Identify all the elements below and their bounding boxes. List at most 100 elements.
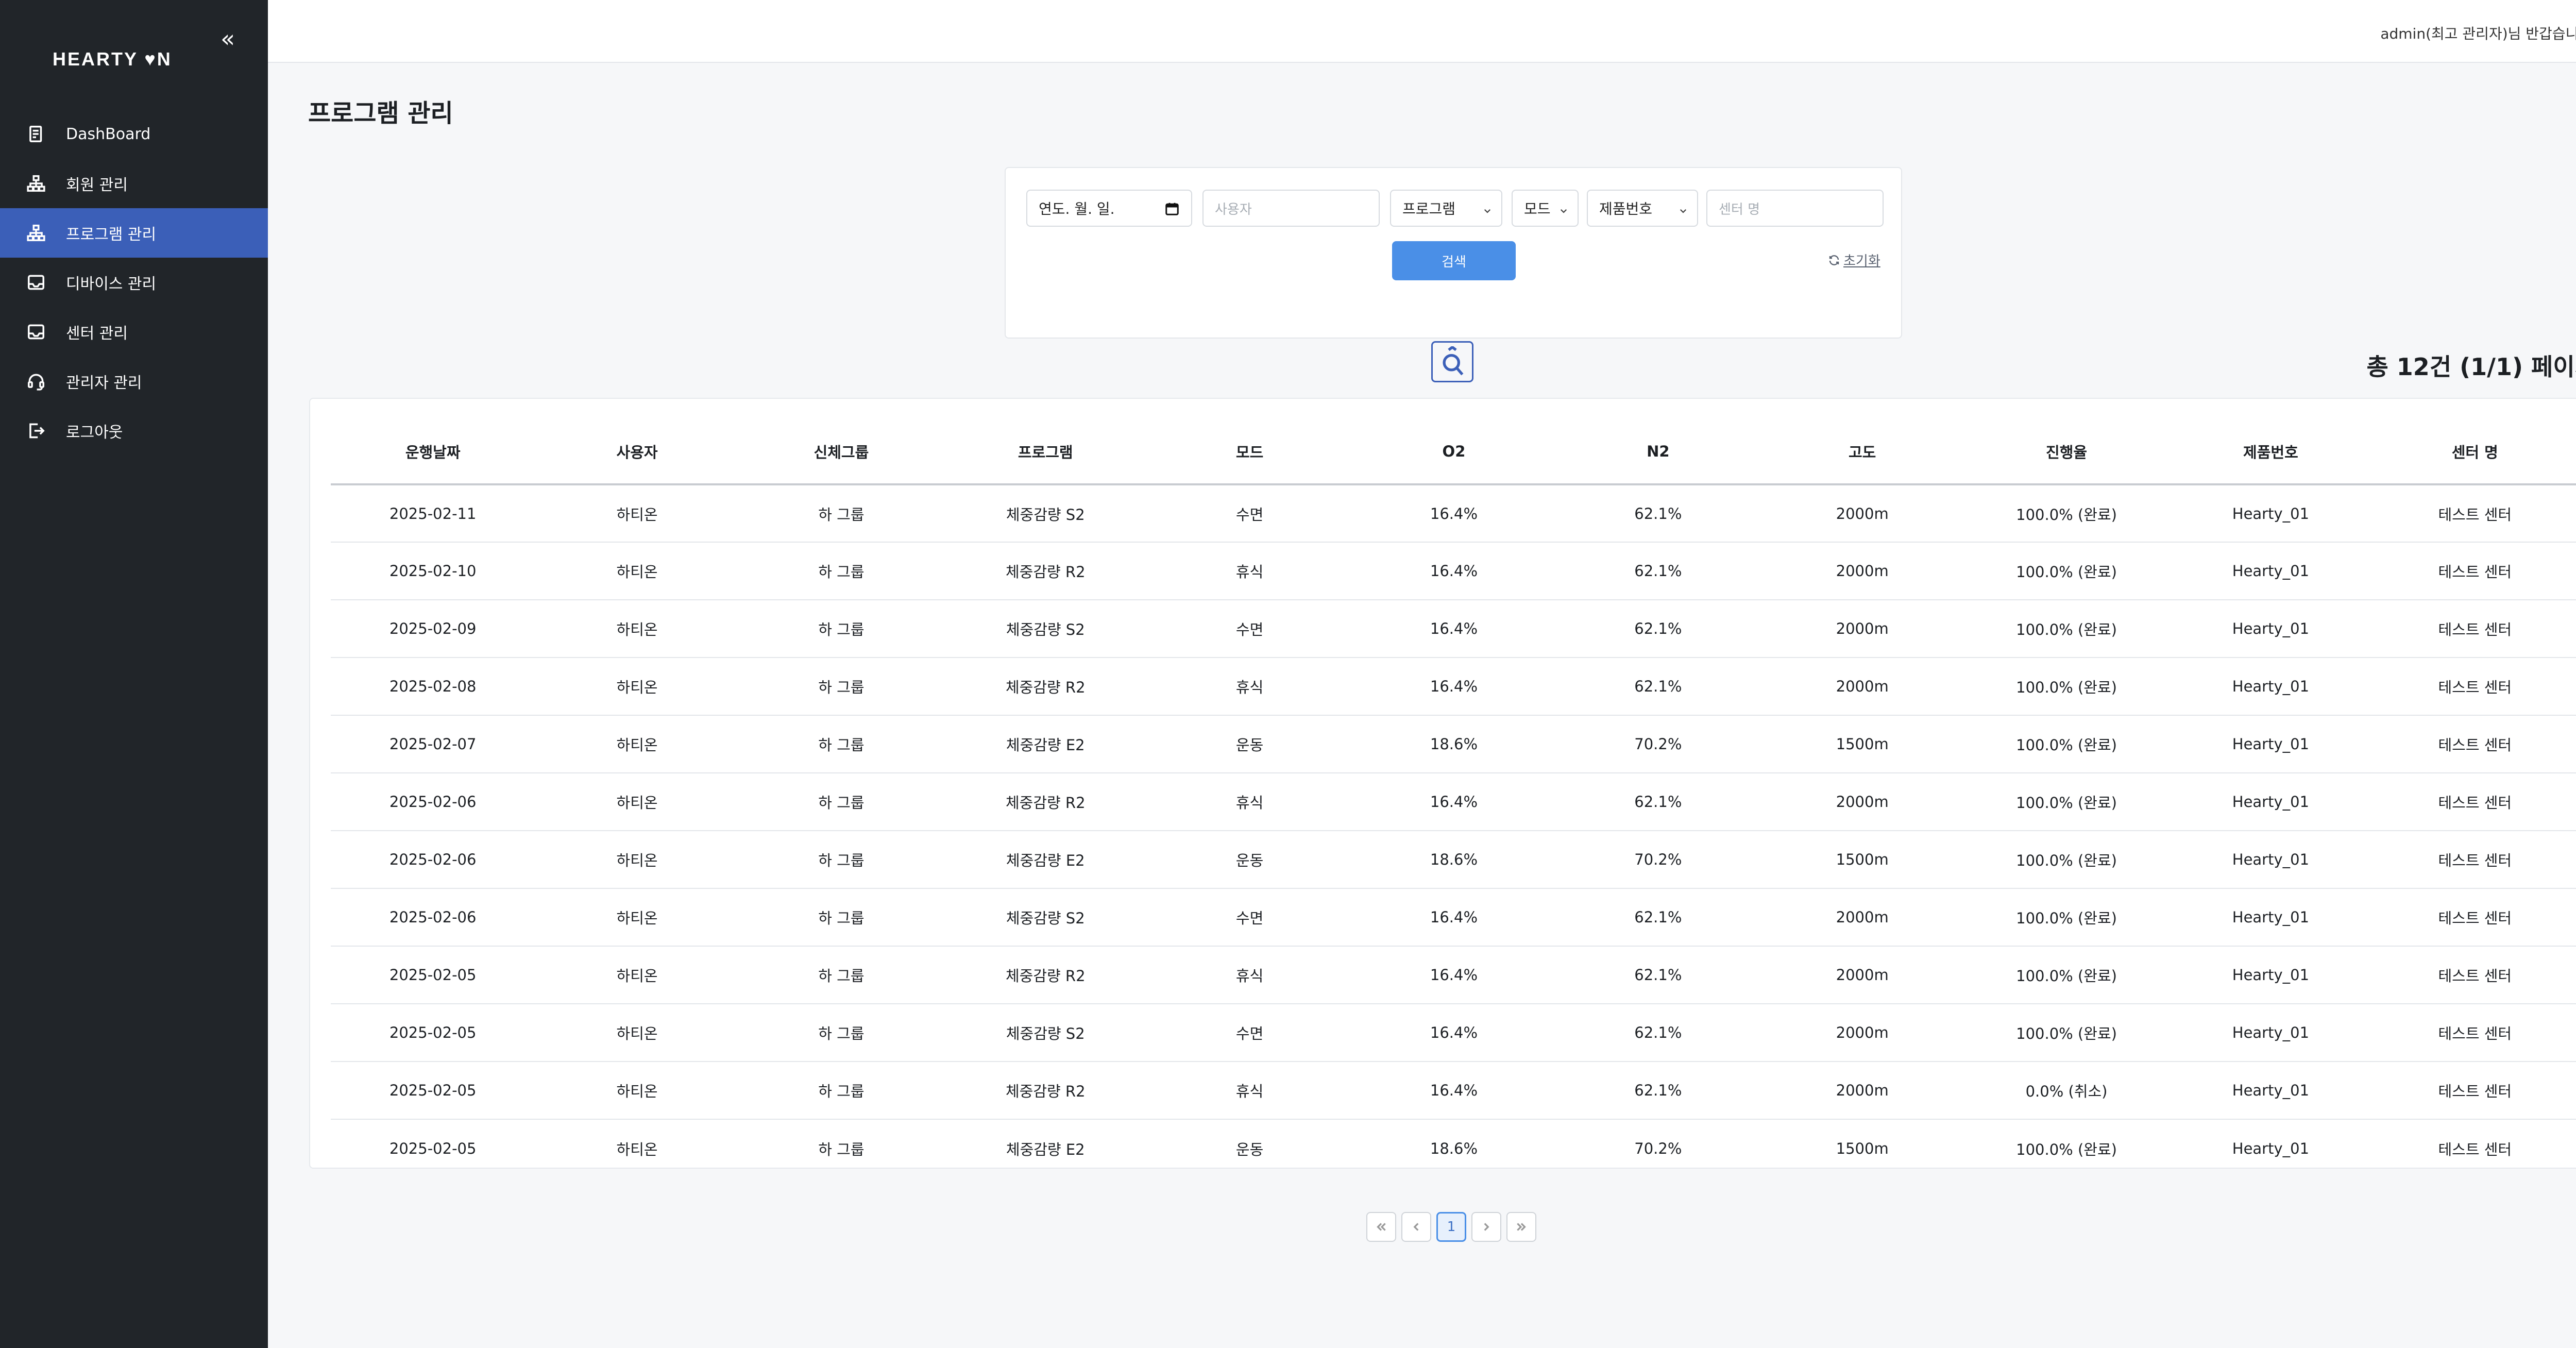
table-cell: 1500m	[1760, 715, 1964, 773]
date-input[interactable]: 연도. 월. 일.	[1026, 190, 1192, 227]
table-cell: 테스트 센터	[2372, 1004, 2576, 1062]
table-cell: 하티온	[535, 1061, 739, 1120]
table-row[interactable]: 2025-02-05 하티온 하 그룹 체중감량 R2 휴식 16.4% 62.1% 2000…	[331, 946, 2576, 1004]
table-cell: 18.6%	[1351, 831, 1556, 889]
column-header: 운행날짜	[331, 419, 535, 485]
table-cell: 수면	[1147, 600, 1352, 658]
table-cell: 하 그룹	[739, 658, 944, 716]
table-row[interactable]: 2025-02-07 하티온 하 그룹 체중감량 E2 운동 18.6% 70.2% 1500…	[331, 715, 2576, 773]
table-cell: 하티온	[616, 1140, 658, 1158]
sidebar-item-programs[interactable]: 프로그램 관리	[0, 208, 268, 258]
table-cell: 체중감량 E2	[943, 715, 1148, 773]
calendar-icon[interactable]	[1164, 201, 1180, 216]
table-cell: 체중감량 E2	[943, 831, 1148, 889]
sidebar-item-devices[interactable]: 디바이스 관리	[0, 258, 268, 307]
table-body: 2025-02-11 하티온 하 그룹 체중감량 S2 수면 16.4% 62.1% 2000…	[331, 484, 2576, 1177]
table-cell: 16.4%	[1351, 542, 1556, 600]
table-cell: 테스트 센터	[2372, 773, 2576, 831]
table-cell: 2000m	[1760, 484, 1964, 543]
table-cell: 2025-02-05	[389, 1139, 477, 1157]
table-cell: 체중감량 R2	[943, 658, 1148, 716]
program-table-card: 운행날짜 사용자 신체그룹 프로그램 모드 O2 N2 고도 진행율 제품번호 센터 명 2025-…	[309, 398, 2576, 1169]
center-name-input[interactable]: 센터 명	[1706, 190, 1884, 227]
program-select[interactable]: 프로그램	[1390, 190, 1502, 227]
table-cell: 16.4%	[1351, 1061, 1556, 1120]
table-cell: 하티온	[535, 946, 739, 1004]
table-cell: 2025-02-09	[331, 600, 535, 658]
table-cell: 휴식	[1147, 1061, 1352, 1120]
sidebar-item-centers[interactable]: 센터 관리	[0, 307, 268, 357]
table-cell: 휴식	[1147, 946, 1352, 1004]
table-cell: 2025-02-06	[331, 773, 535, 831]
search-button[interactable]: 검색	[1392, 241, 1516, 280]
table-cell: 62.1%	[1556, 946, 1760, 1004]
sidebar: HEARTY ♥N « DashBoard 회원 관리 프로그램 관리 디바이스…	[0, 0, 268, 1348]
reset-label: 초기화	[1843, 254, 1880, 269]
table-row[interactable]: 2025-02-09 하티온 하 그룹 체중감량 S2 수면 16.4% 62.1% 2000…	[331, 600, 2576, 658]
table-row[interactable]: 2025-02-06 하티온 하 그룹 체중감량 E2 운동 18.6% 70.2% 1500…	[331, 831, 2576, 889]
chevron-down-icon	[1679, 202, 1688, 213]
sidebar-item-logout[interactable]: 로그아웃	[0, 406, 268, 456]
sidebar-collapse-icon[interactable]: «	[221, 27, 235, 50]
table-row[interactable]: 2025-02-10 하티온 하 그룹 체중감량 R2 휴식 16.4% 62.1% 2000…	[331, 542, 2576, 600]
table-cell: 2025-02-11	[331, 484, 535, 543]
sidebar-item-dashboard[interactable]: DashBoard	[0, 109, 268, 159]
table-cell: 하티온	[535, 715, 739, 773]
table-cell: 테스트 센터	[2372, 658, 2576, 716]
column-header: 센터 명	[2372, 419, 2576, 485]
page-title: 프로그램 관리	[308, 99, 453, 128]
table-cell: 하 그룹	[739, 946, 944, 1004]
product-number-value: 제품번호	[1599, 200, 1653, 217]
table-cell: 0.0% (취소)	[1964, 1061, 2169, 1120]
table-cell: 체중감량 R2	[943, 542, 1148, 600]
sidebar-item-admins[interactable]: 관리자 관리	[0, 357, 268, 406]
table-cell: 62.1%	[1556, 773, 1760, 831]
table-cell: Hearty_01	[2232, 1139, 2310, 1157]
mode-select[interactable]: 모드	[1512, 190, 1579, 227]
chevrons-right-icon	[1517, 1223, 1526, 1231]
table-row[interactable]: 2025-02-11 하티온 하 그룹 체중감량 S2 수면 16.4% 62.1% 2000…	[331, 484, 2576, 543]
table-cell: Hearty_01	[2168, 1004, 2373, 1062]
table-row[interactable]: 2025-02-05 하티온 하 그룹 체중감량 R2 휴식 16.4% 62.1% 2000…	[331, 1061, 2576, 1120]
page-button-current[interactable]: 1	[1436, 1212, 1466, 1242]
table-cell: 2025-02-05	[331, 1061, 535, 1120]
table-cell: 2025-02-07	[331, 715, 535, 773]
table-cell: 16.4%	[1351, 888, 1556, 947]
column-header: 진행율	[1964, 419, 2169, 485]
next-page-button[interactable]	[1471, 1212, 1501, 1242]
table-cell: 휴식	[1147, 542, 1352, 600]
table-cell: 70.2%	[1634, 1139, 1682, 1157]
column-header: O2	[1351, 419, 1556, 485]
last-page-button[interactable]	[1506, 1212, 1536, 1242]
table-row[interactable]: 2025-02-06 하티온 하 그룹 체중감량 S2 수면 16.4% 62.1% 2000…	[331, 888, 2576, 947]
prev-page-button[interactable]	[1401, 1212, 1431, 1242]
table-cell: 수면	[1147, 484, 1352, 543]
table-row[interactable]: 2025-02-06 하티온 하 그룹 체중감량 R2 휴식 16.4% 62.1% 2000…	[331, 773, 2576, 831]
table-cell: 2000m	[1760, 1061, 1964, 1120]
sidebar-item-members[interactable]: 회원 관리	[0, 159, 268, 208]
table-cell: 100.0% (완료)	[1964, 715, 2169, 773]
table-row[interactable]: 2025-02-08 하티온 하 그룹 체중감량 R2 휴식 16.4% 62.1% 2000…	[331, 658, 2576, 716]
first-page-button[interactable]	[1366, 1212, 1396, 1242]
toggle-search-panel-button[interactable]	[1431, 341, 1473, 382]
reset-button[interactable]: 초기화	[1828, 250, 1880, 269]
logout-icon	[26, 420, 46, 441]
column-header: 신체그룹	[739, 419, 944, 485]
table-cell: 70.2%	[1556, 715, 1760, 773]
table-cell: 100.0% (완료)	[1964, 831, 2169, 889]
sidebar-item-label: 관리자 관리	[66, 374, 142, 392]
search-icon	[1443, 346, 1464, 376]
table-cell: 16.4%	[1351, 1004, 1556, 1062]
table-cell: 체중감량 S2	[943, 600, 1148, 658]
table-row[interactable]: 2025-02-05 하티온 하 그룹 체중감량 S2 수면 16.4% 62.1% 2000…	[331, 1004, 2576, 1062]
table-cell: 16.4%	[1351, 600, 1556, 658]
product-number-select[interactable]: 제품번호	[1587, 190, 1698, 227]
table-cell: 2025-02-05	[331, 946, 535, 1004]
user-search-input[interactable]: 사용자	[1202, 190, 1380, 227]
table-cell: 테스트 센터	[2372, 946, 2576, 1004]
table-cell: 18.6%	[1351, 715, 1556, 773]
table-row[interactable]: 2025-02-05 하티온 하 그룹 체중감량 E2 운동 18.6% 70.2% 1500…	[331, 1119, 2576, 1177]
table-cell: 하 그룹	[739, 1061, 944, 1120]
program-table: 운행날짜 사용자 신체그룹 프로그램 모드 O2 N2 고도 진행율 제품번호 센터 명 2025-…	[331, 419, 2576, 1177]
chevron-down-icon	[1559, 202, 1568, 213]
